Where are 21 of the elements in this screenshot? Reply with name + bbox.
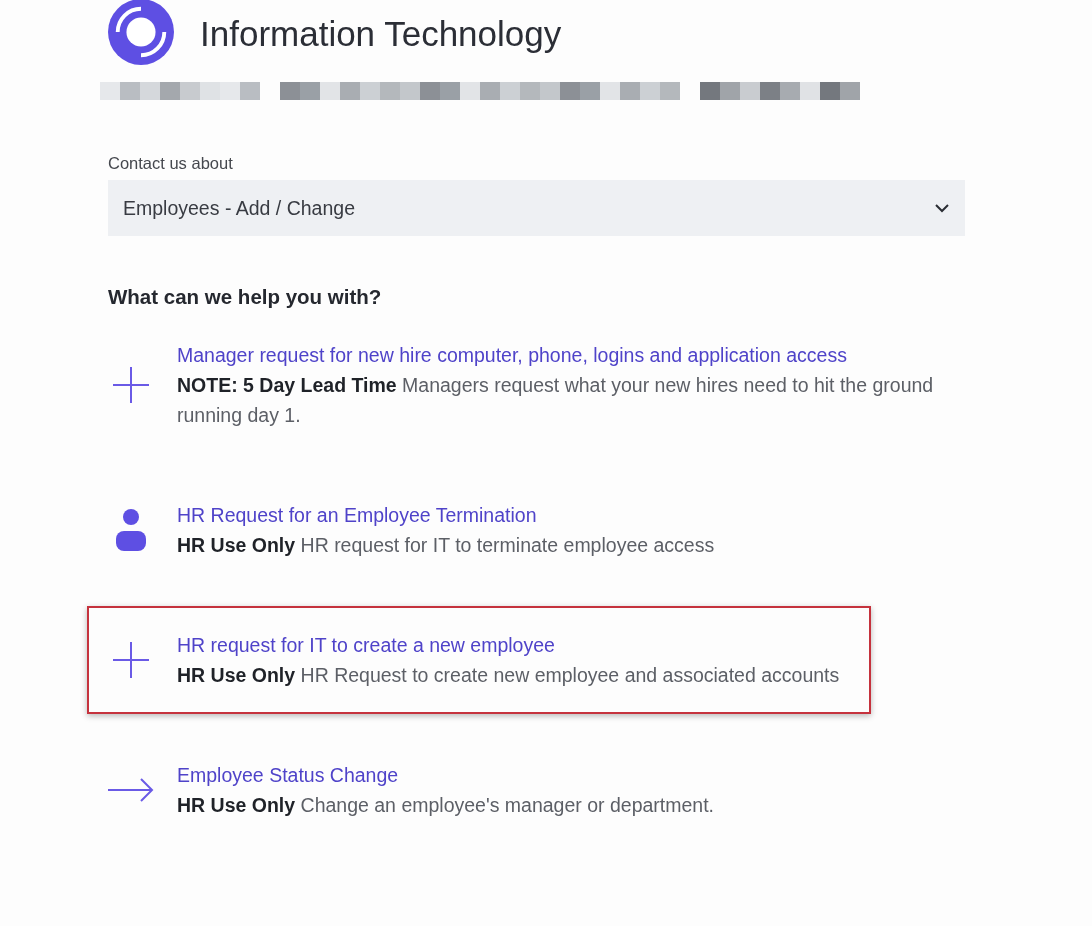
option-description: HR Use Only HR Request to create new employee and associated accounts (177, 663, 840, 688)
plus-icon (113, 367, 149, 403)
option-link[interactable]: HR Request for an Employee Termination (177, 500, 537, 530)
request-option[interactable]: Manager request for new hire computer, phone, logins and application access NOTE: 5 Day Lead Time Managers request what your new hires need to hit the ground running day 1. (87, 316, 987, 454)
topic-dropdown[interactable]: Employees - Add / Change (108, 180, 965, 236)
request-option[interactable]: HR Request for an Employee Termination HR Use Only HR request for IT to terminate employee access (87, 476, 747, 584)
section-heading: What can we help you with? (108, 284, 382, 310)
request-option[interactable]: Employee Status Change HR Use Only Change an employee's manager or department. (87, 736, 746, 844)
option-link[interactable]: HR request for IT to create a new employee (177, 630, 555, 660)
option-link[interactable]: Manager request for new hire computer, phone, logins and application access (177, 340, 847, 370)
arrow-right-icon (108, 777, 154, 803)
field-label: Contact us about (108, 153, 233, 173)
option-link[interactable]: Employee Status Change (177, 760, 399, 790)
lifebuoy-logo-icon (108, 0, 174, 65)
option-description: HR Use Only Change an employee's manager or department. (177, 793, 714, 818)
chevron-down-icon (935, 203, 949, 213)
page-title: Information Technology (200, 13, 562, 54)
plus-icon (113, 642, 149, 678)
person-icon (116, 509, 146, 551)
option-description: HR Use Only HR request for IT to terminate employee access (177, 533, 715, 558)
option-description: NOTE: 5 Day Lead Time Managers request what your new hires need to hit the ground running day 1. (177, 373, 935, 428)
